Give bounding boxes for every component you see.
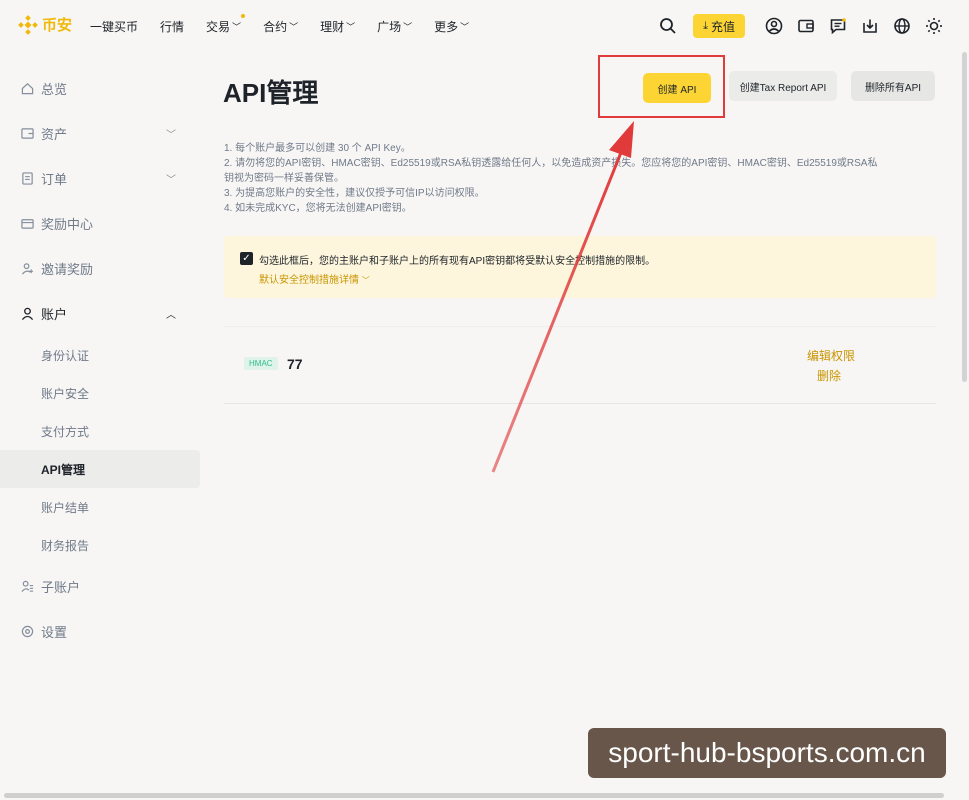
horizontal-scrollbar[interactable]	[4, 793, 944, 798]
annotation-arrow	[491, 121, 634, 473]
vertical-scrollbar[interactable]	[962, 52, 967, 382]
watermark: sport-hub-bsports.com.cn	[588, 728, 946, 778]
